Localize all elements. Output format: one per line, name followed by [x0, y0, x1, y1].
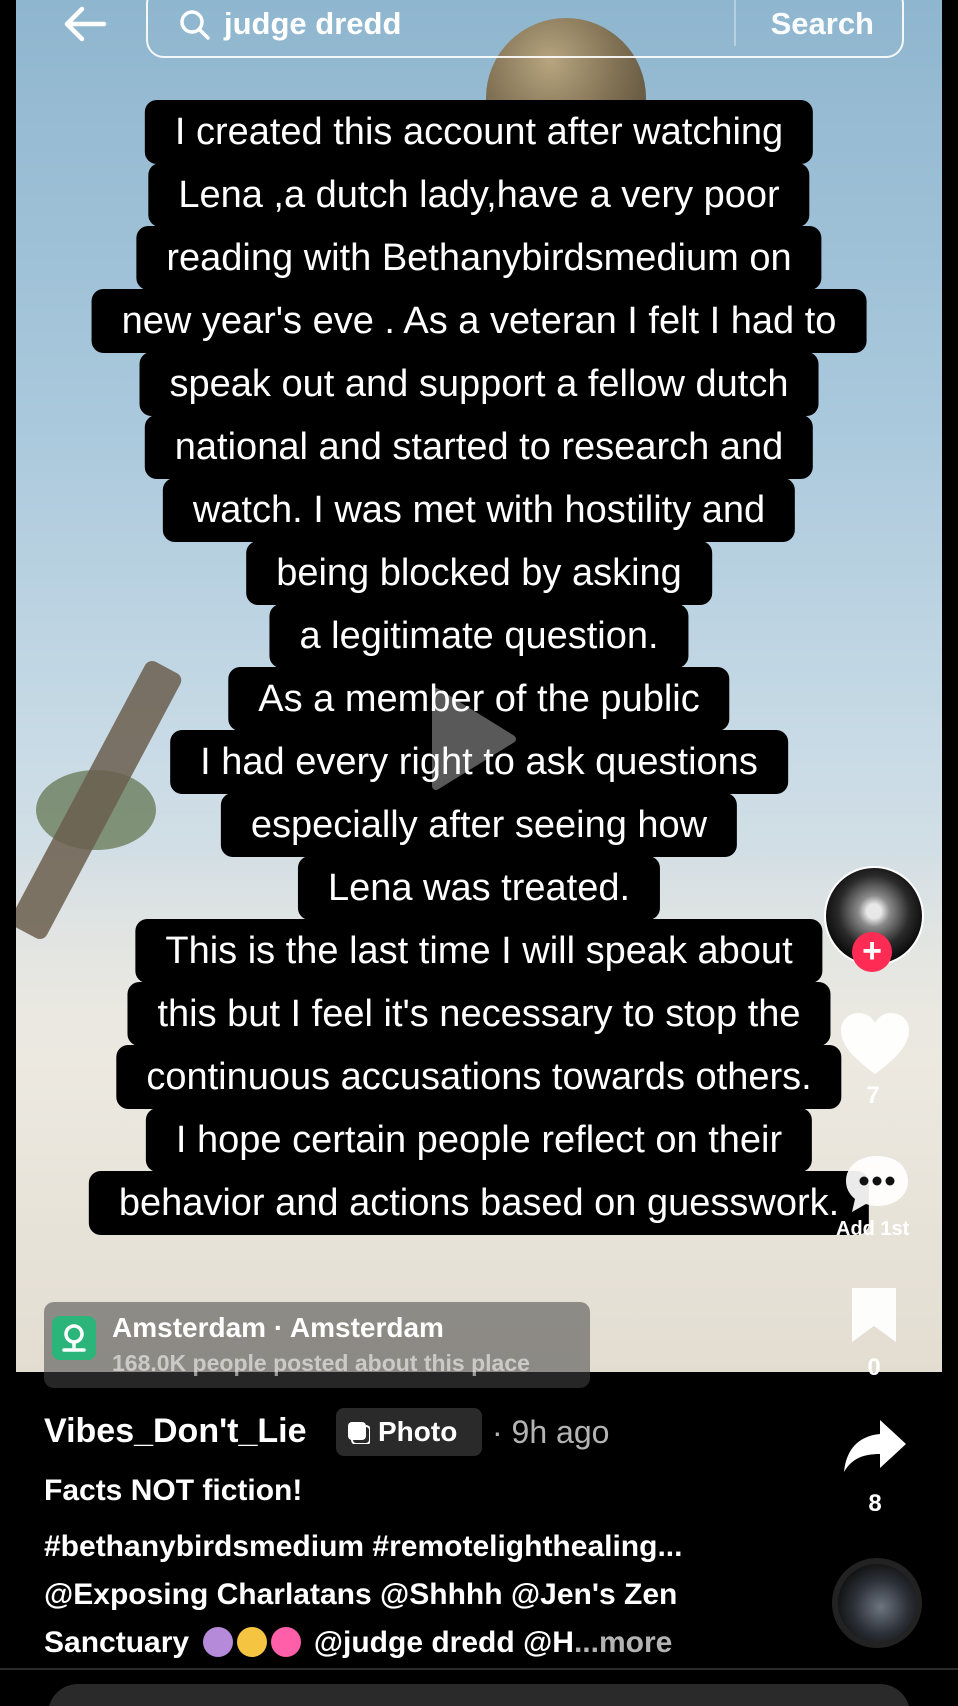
music-disc[interactable] — [832, 1558, 922, 1648]
comment-input-bar[interactable] — [48, 1684, 910, 1706]
caption-line: a legitimate question. — [269, 604, 689, 668]
caption-line: I hope certain people reflect on their — [145, 1108, 813, 1172]
post-title: Facts NOT fiction! — [44, 1474, 303, 1507]
meditation-emoji-icon — [203, 1627, 234, 1657]
caption-line: continuous accusations towards others. — [116, 1045, 842, 1109]
post-mentions-line2[interactable]: Sanctuary @judge dredd @H...more — [44, 1626, 672, 1660]
search-query: judge dredd — [224, 6, 402, 41]
post-meta: Vibes_Don't_Lie Photo · 9h ago — [44, 1406, 844, 1462]
search-icon — [180, 10, 210, 40]
caption-line: being blocked by asking — [246, 541, 712, 605]
caption-line: watch. I was met with hostility and — [162, 478, 796, 542]
caption-line: I created this account after watching — [144, 100, 814, 164]
search-input[interactable]: judge dredd Search — [146, 0, 904, 58]
mention-text: Sanctuary — [44, 1626, 190, 1659]
caption-line: new year's eve . As a veteran I felt I h… — [91, 289, 867, 353]
caption-line: speak out and support a fellow dutch — [139, 352, 819, 416]
post-screen: judge dredd Search I created this accoun… — [0, 0, 958, 1706]
photo-icon — [348, 1422, 370, 1444]
photo-label: Photo — [378, 1416, 458, 1447]
hearts-emoji-icon — [271, 1627, 302, 1657]
comment-icon[interactable] — [842, 1152, 912, 1216]
mention-text: @judge dredd @H — [313, 1626, 574, 1659]
add-comment-label: Add 1st — [836, 1218, 910, 1240]
caption-line: This is the last time I will speak about — [135, 919, 823, 983]
back-arrow-icon[interactable] — [60, 4, 110, 44]
caption-line: reading with Bethanybirdsmedium on — [136, 226, 822, 290]
bookmark-icon[interactable] — [848, 1284, 900, 1346]
like-count: 7 — [866, 1082, 880, 1109]
caption-line: national and started to research and — [144, 415, 814, 479]
post-hashtags[interactable]: #bethanybirdsmedium #remotelighthealing.… — [44, 1530, 682, 1564]
search-button[interactable]: Search — [771, 6, 874, 42]
share-arrow-icon[interactable] — [840, 1416, 910, 1476]
username[interactable]: Vibes_Don't_Lie — [44, 1412, 307, 1451]
more-link[interactable]: ...more — [574, 1626, 672, 1659]
divider — [0, 1668, 958, 1670]
smile-halo-emoji-icon — [237, 1627, 268, 1657]
photo-badge: Photo — [336, 1408, 482, 1456]
location-title: Amsterdam · Amsterdam — [112, 1312, 444, 1343]
search-divider — [734, 0, 736, 46]
location-pin-icon — [52, 1316, 96, 1360]
follow-button[interactable]: + — [852, 932, 892, 972]
share-count: 8 — [868, 1490, 882, 1517]
caption-line: behavior and actions based on guesswork. — [88, 1171, 870, 1235]
caption-line: Lena was treated. — [297, 856, 661, 920]
caption-line: Lena ,a dutch lady,have a very poor — [148, 163, 810, 227]
post-time: · 9h ago — [492, 1414, 610, 1450]
top-bar: judge dredd Search — [0, 0, 958, 70]
play-icon[interactable] — [428, 684, 518, 794]
location-chip[interactable]: Amsterdam · Amsterdam 168.0K people post… — [44, 1302, 590, 1388]
location-subtitle: 168.0K people posted about this place — [112, 1350, 530, 1376]
bookmark-count: 0 — [867, 1354, 881, 1381]
heart-icon[interactable] — [838, 1010, 912, 1078]
caption-line: this but I feel it's necessary to stop t… — [127, 982, 831, 1046]
post-mentions[interactable]: @Exposing Charlatans @Shhhh @Jen's Zen — [44, 1578, 677, 1612]
caption-line: especially after seeing how — [220, 793, 738, 857]
